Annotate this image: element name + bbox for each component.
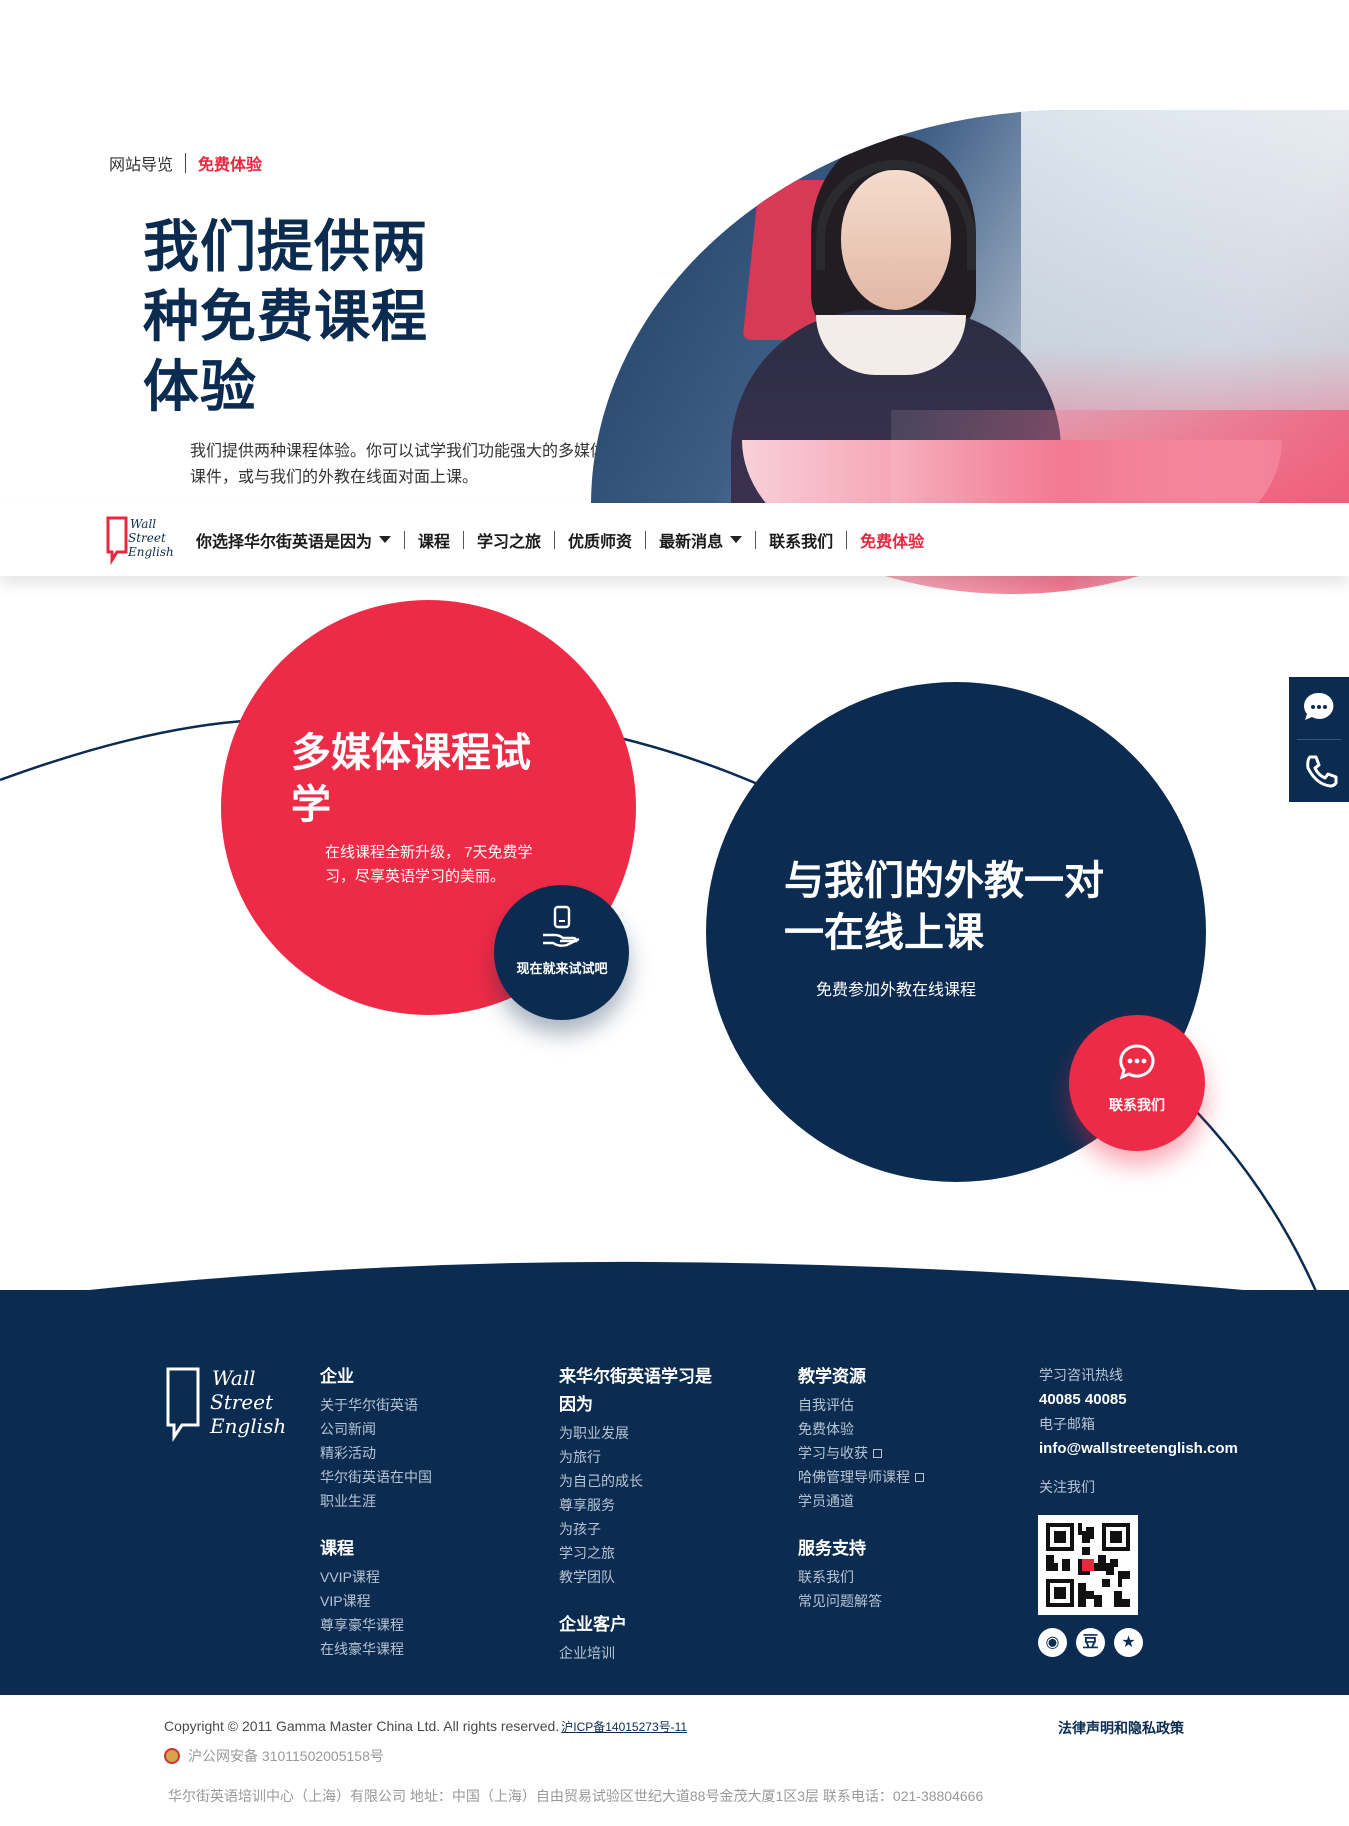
- footer-col-resources: 教学资源 自我评估 免费体验 学习与收获 哈佛管理导师课程 学员通道 服务支持 …: [798, 1363, 998, 1613]
- footer-link[interactable]: 关于华尔街英语: [320, 1393, 520, 1417]
- footer-logo[interactable]: Wall Street English: [162, 1363, 287, 1451]
- page-title: 我们提供两种免费课程体验: [143, 215, 428, 418]
- svg-text:Wall: Wall: [212, 1366, 256, 1390]
- footer-link[interactable]: 学习之旅: [559, 1541, 719, 1565]
- footer-link[interactable]: 企业培训: [559, 1641, 719, 1665]
- email-link[interactable]: info@wallstreetenglish.com: [1039, 1440, 1238, 1457]
- footer-heading: 服务支持: [798, 1539, 866, 1558]
- footer-heading: 来华尔街英语学习是因为: [559, 1367, 712, 1414]
- footer-link[interactable]: VVIP课程: [320, 1565, 520, 1589]
- nav-item-courses[interactable]: 课程: [418, 528, 477, 552]
- external-link-icon: [873, 1449, 882, 1458]
- online-tutor-description: 免费参加外教在线课程: [816, 982, 977, 999]
- caret-down-icon: [730, 536, 743, 543]
- footer-link[interactable]: 为旅行: [559, 1445, 719, 1469]
- wechat-qr-code: [1038, 1515, 1138, 1615]
- breadcrumb: 网站导览 免费体验: [109, 151, 262, 175]
- footer-link[interactable]: 自我评估: [798, 1393, 998, 1417]
- hero-image: [591, 110, 1349, 505]
- wall-street-english-logo[interactable]: Wall Street English: [102, 512, 180, 568]
- footer-link[interactable]: 学员通道: [798, 1489, 998, 1513]
- footer-heading: 企业客户: [559, 1615, 627, 1634]
- icp-link[interactable]: 沪ICP备14015273号-11: [561, 1720, 687, 1734]
- nav-item-journey[interactable]: 学习之旅: [477, 528, 568, 552]
- online-tutor-title: 与我们的外教一对一在线上课: [784, 859, 1104, 955]
- footer-link[interactable]: 在线豪华课程: [320, 1637, 520, 1661]
- footer-link[interactable]: 常见问题解答: [798, 1589, 998, 1613]
- footer-link[interactable]: 尊享豪华课程: [320, 1613, 520, 1637]
- footer-link[interactable]: VIP课程: [320, 1589, 520, 1613]
- nav-item-contact[interactable]: 联系我们: [769, 528, 860, 552]
- nav-item-free-trial[interactable]: 免费体验: [860, 528, 924, 552]
- footer-link[interactable]: 为职业发展: [559, 1421, 719, 1445]
- footer-link[interactable]: 为孩子: [559, 1517, 719, 1541]
- svg-text:English: English: [209, 1414, 286, 1438]
- hotline-number[interactable]: 40085 40085: [1039, 1391, 1127, 1408]
- breadcrumb-current: 免费体验: [198, 157, 263, 174]
- star-icon[interactable]: ★: [1114, 1628, 1143, 1657]
- copyright: Copyright © 2011 Gamma Master China Ltd.…: [164, 1718, 688, 1734]
- footer-heading: 教学资源: [798, 1367, 866, 1386]
- weibo-icon[interactable]: ◉: [1038, 1628, 1067, 1657]
- try-now-label: 现在就来试试吧: [516, 961, 608, 976]
- footer-col-why: 来华尔街英语学习是因为 为职业发展 为旅行 为自己的成长 尊享服务 为孩子 学习…: [559, 1363, 719, 1665]
- footer-heading: 企业: [320, 1367, 354, 1386]
- footer-link[interactable]: 尊享服务: [559, 1493, 719, 1517]
- douban-icon[interactable]: 豆: [1076, 1628, 1105, 1657]
- caret-down-icon: [379, 536, 392, 543]
- police-record-link[interactable]: 沪公网安备 31011502005158号: [188, 1746, 384, 1766]
- floating-contact-bar: [1289, 677, 1349, 802]
- follow-us-label: 关注我们: [1039, 1479, 1095, 1495]
- svg-text:Street: Street: [128, 531, 166, 545]
- footer-contact: 学习咨讯热线 40085 40085 电子邮箱 info@wallstreete…: [1039, 1363, 1238, 1499]
- footer-link[interactable]: 精彩活动: [320, 1441, 520, 1465]
- chat-icon[interactable]: [1289, 677, 1349, 739]
- nav-item-teachers[interactable]: 优质师资: [568, 528, 659, 552]
- footer-col-company: 企业 关于华尔街英语 公司新闻 精彩活动 华尔街英语在中国 职业生涯 课程 VV…: [320, 1363, 520, 1661]
- contact-us-button[interactable]: 联系我们: [1069, 1015, 1205, 1151]
- footer-link[interactable]: 教学团队: [559, 1565, 719, 1589]
- try-now-button[interactable]: 现在就来试试吧: [494, 885, 629, 1020]
- footer-link[interactable]: 公司新闻: [320, 1417, 520, 1441]
- phone-icon[interactable]: [1289, 740, 1349, 802]
- footer-link[interactable]: 联系我们: [798, 1565, 998, 1589]
- footer-heading: 课程: [320, 1539, 354, 1558]
- hotline-label: 学习咨讯热线: [1039, 1367, 1123, 1383]
- svg-text:English: English: [127, 545, 174, 559]
- chat-bubble-icon: [1119, 1044, 1155, 1080]
- footer-link[interactable]: 职业生涯: [320, 1489, 520, 1513]
- main-navigation: Wall Street English 你选择华尔街英语是因为 课程 学习之旅 …: [0, 503, 1349, 576]
- hand-phone-icon: [543, 905, 580, 947]
- multimedia-trial-title: 多媒体课程试学: [291, 731, 531, 827]
- nav-item-news[interactable]: 最新消息: [659, 528, 769, 552]
- footer-link[interactable]: 华尔街英语在中国: [320, 1465, 520, 1489]
- police-record: 沪公网安备 31011502005158号: [164, 1746, 384, 1766]
- email-label: 电子邮箱: [1039, 1416, 1095, 1432]
- police-badge-icon: [164, 1748, 180, 1764]
- footer-link[interactable]: 免费体验: [798, 1417, 998, 1441]
- svg-text:Wall: Wall: [130, 517, 156, 531]
- svg-text:Street: Street: [210, 1390, 274, 1414]
- breadcrumb-divider: [185, 153, 187, 173]
- multimedia-trial-description: 在线课程全新升级， 7天免费学习，尽享英语学习的美丽。: [325, 844, 533, 885]
- footer-link[interactable]: 为自己的成长: [559, 1469, 719, 1493]
- footer-link[interactable]: 学习与收获: [798, 1441, 998, 1465]
- company-address: 华尔街英语培训中心（上海）有限公司 地址：中国（上海）自由贸易试验区世纪大道88…: [168, 1788, 984, 1804]
- footer-link[interactable]: 哈佛管理导师课程: [798, 1465, 998, 1489]
- external-link-icon: [915, 1473, 924, 1482]
- nav-item-why[interactable]: 你选择华尔街英语是因为: [196, 528, 418, 552]
- breadcrumb-home-link[interactable]: 网站导览: [109, 151, 173, 175]
- legal-privacy-link[interactable]: 法律声明和隐私政策: [1058, 1718, 1184, 1738]
- contact-us-label: 联系我们: [1109, 1097, 1165, 1113]
- hero-description: 我们提供两种课程体验。你可以试学我们功能强大的多媒体课件，或与我们的外教在线面对…: [190, 443, 607, 486]
